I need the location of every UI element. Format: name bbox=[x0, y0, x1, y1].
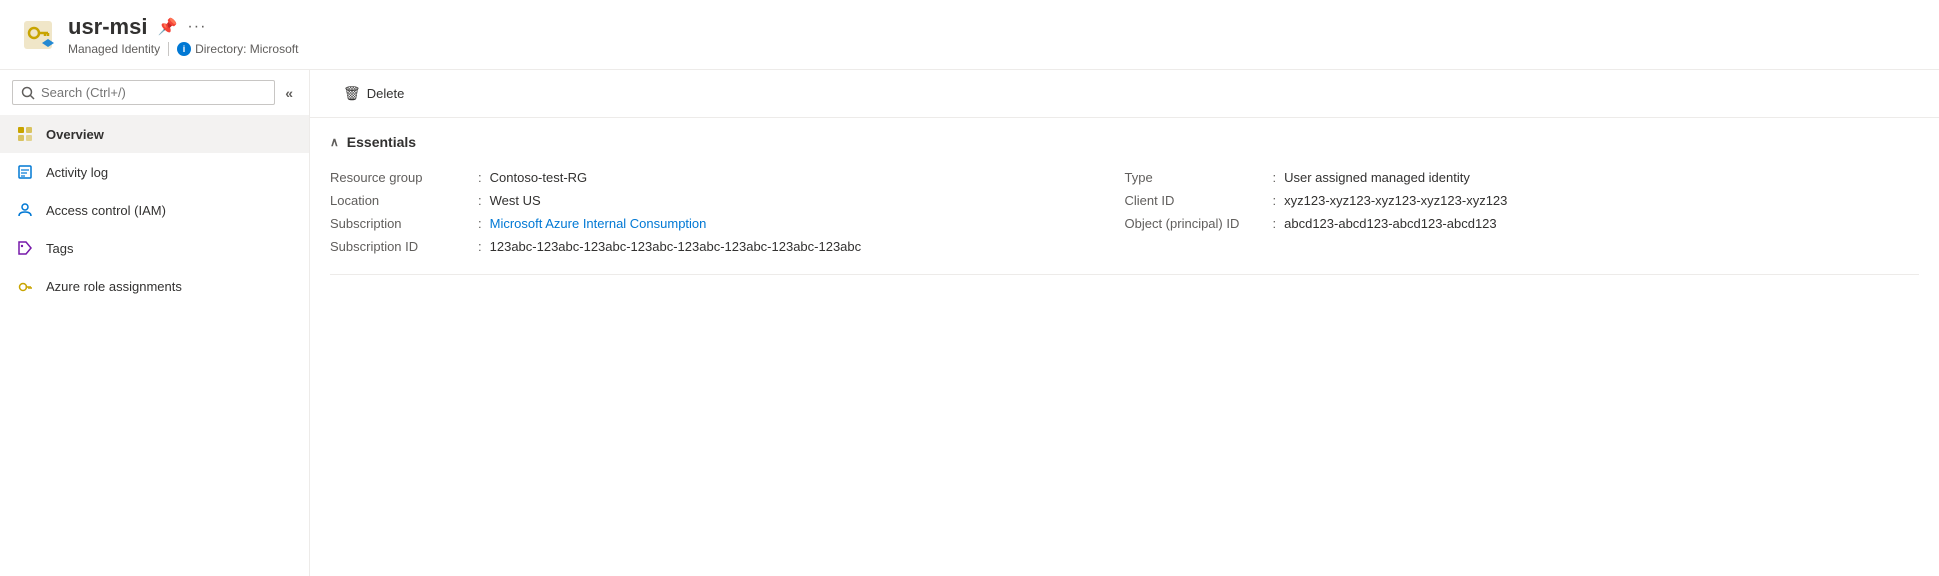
search-icon bbox=[21, 86, 35, 100]
main-content: 🗑 Delete ∧ Essentials Resource group : bbox=[310, 70, 1939, 576]
subscription-label: Subscription bbox=[330, 216, 470, 231]
info-icon: i bbox=[177, 42, 191, 56]
separator-r0: : bbox=[1273, 170, 1277, 185]
collapse-button[interactable]: « bbox=[281, 81, 297, 105]
body-area: « Overview bbox=[0, 70, 1939, 576]
chevron-up-icon: ∧ bbox=[330, 135, 339, 149]
title-area: usr-msi 📌 ··· Managed Identity i Directo… bbox=[68, 14, 298, 56]
search-input[interactable] bbox=[41, 85, 266, 100]
access-control-label: Access control (IAM) bbox=[46, 203, 166, 218]
client-id-value: xyz123-xyz123-xyz123-xyz123-xyz123 bbox=[1284, 193, 1507, 208]
directory-info: i Directory: Microsoft bbox=[177, 42, 298, 56]
sidebar-item-overview[interactable]: Overview bbox=[0, 115, 309, 153]
delete-button[interactable]: 🗑 Delete bbox=[330, 78, 417, 109]
sidebar-item-access-control[interactable]: Access control (IAM) bbox=[0, 191, 309, 229]
subscription-id-label: Subscription ID bbox=[330, 239, 470, 254]
resource-icon bbox=[20, 17, 56, 53]
location-label: Location bbox=[330, 193, 470, 208]
tags-icon bbox=[16, 239, 34, 257]
sidebar-nav: Overview Activity log bbox=[0, 115, 309, 305]
search-row: « bbox=[0, 70, 309, 115]
separator-1: : bbox=[478, 193, 482, 208]
azure-role-icon bbox=[16, 277, 34, 295]
section-divider bbox=[330, 274, 1919, 275]
subtitle-type: Managed Identity bbox=[68, 42, 160, 56]
activity-log-label: Activity log bbox=[46, 165, 108, 180]
sidebar-item-activity-log[interactable]: Activity log bbox=[0, 153, 309, 191]
tags-label: Tags bbox=[46, 241, 73, 256]
essentials-row-subscription-id: Subscription ID : 123abc-123abc-123abc-1… bbox=[330, 235, 1125, 258]
essentials-row-object-id: Object (principal) ID : abcd123-abcd123-… bbox=[1125, 212, 1920, 235]
subscription-value[interactable]: Microsoft Azure Internal Consumption bbox=[490, 216, 707, 231]
client-id-label: Client ID bbox=[1125, 193, 1265, 208]
more-options-icon[interactable]: ··· bbox=[187, 18, 206, 36]
separator-0: : bbox=[478, 170, 482, 185]
location-value: West US bbox=[490, 193, 541, 208]
essentials-row-location: Location : West US bbox=[330, 189, 1125, 212]
sidebar-item-tags[interactable]: Tags bbox=[0, 229, 309, 267]
essentials-row-type: Type : User assigned managed identity bbox=[1125, 166, 1920, 189]
search-box[interactable] bbox=[12, 80, 275, 105]
overview-icon bbox=[16, 125, 34, 143]
essentials-header[interactable]: ∧ Essentials bbox=[330, 134, 1919, 150]
delete-label: Delete bbox=[367, 86, 405, 101]
overview-label: Overview bbox=[46, 127, 104, 142]
page-header: usr-msi 📌 ··· Managed Identity i Directo… bbox=[0, 0, 1939, 70]
essentials-grid: Resource group : Contoso-test-RG Locatio… bbox=[330, 166, 1919, 258]
subscription-id-value: 123abc-123abc-123abc-123abc-123abc-123ab… bbox=[490, 239, 862, 254]
separator-3: : bbox=[478, 239, 482, 254]
essentials-row-subscription: Subscription : Microsoft Azure Internal … bbox=[330, 212, 1125, 235]
azure-role-label: Azure role assignments bbox=[46, 279, 182, 294]
type-value: User assigned managed identity bbox=[1284, 170, 1470, 185]
toolbar: 🗑 Delete bbox=[310, 70, 1939, 118]
access-control-icon bbox=[16, 201, 34, 219]
essentials-row-client-id: Client ID : xyz123-xyz123-xyz123-xyz123-… bbox=[1125, 189, 1920, 212]
resource-group-value: Contoso-test-RG bbox=[490, 170, 588, 185]
essentials-left: Resource group : Contoso-test-RG Locatio… bbox=[330, 166, 1125, 258]
essentials-section: ∧ Essentials Resource group : Contoso-te… bbox=[310, 118, 1939, 274]
essentials-row-resource-group: Resource group : Contoso-test-RG bbox=[330, 166, 1125, 189]
essentials-right: Type : User assigned managed identity Cl… bbox=[1125, 166, 1920, 258]
pin-icon[interactable]: 📌 bbox=[157, 17, 177, 37]
separator-r2: : bbox=[1273, 216, 1277, 231]
object-id-label: Object (principal) ID bbox=[1125, 216, 1265, 231]
page-title: usr-msi bbox=[68, 14, 147, 40]
subtitle-divider bbox=[168, 42, 169, 56]
delete-icon: 🗑 bbox=[343, 85, 361, 102]
separator-2: : bbox=[478, 216, 482, 231]
essentials-title: Essentials bbox=[347, 134, 416, 150]
separator-r1: : bbox=[1273, 193, 1277, 208]
directory-label: Directory: Microsoft bbox=[195, 42, 298, 56]
resource-group-label: Resource group bbox=[330, 170, 470, 185]
activity-log-icon bbox=[16, 163, 34, 181]
object-id-value: abcd123-abcd123-abcd123-abcd123 bbox=[1284, 216, 1497, 231]
type-label: Type bbox=[1125, 170, 1265, 185]
sidebar-item-azure-role[interactable]: Azure role assignments bbox=[0, 267, 309, 305]
sidebar: « Overview bbox=[0, 70, 310, 576]
